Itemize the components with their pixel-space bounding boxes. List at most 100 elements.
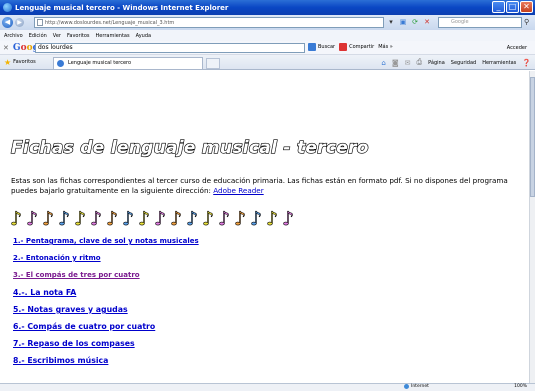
tab-active[interactable]: Lenguaje musical tercero (53, 57, 203, 69)
mas-label: Más » (378, 44, 393, 50)
search-icon[interactable]: ⚲ (524, 18, 529, 26)
music-note-icon: ♪ (250, 208, 263, 231)
music-note-icon: ♪ (74, 208, 87, 231)
mas-button[interactable]: Más » (378, 44, 393, 50)
music-note-icon: ♪ (234, 208, 247, 231)
worksheet-link[interactable]: 6.- Compás de cuatro por cuatro (13, 322, 155, 331)
list-item: 5.- Notas graves y agudas (13, 305, 199, 322)
search-input[interactable]: Google (438, 17, 522, 28)
compartir-button[interactable]: Compartir (339, 43, 374, 51)
back-button[interactable]: ◀ (2, 17, 13, 28)
list-item: 2.- Entonación y ritmo (13, 254, 199, 271)
minimize-button[interactable]: _ (492, 1, 505, 13)
tab-bar: ★ Favoritos Lenguaje musical tercero ⌂ ◙… (0, 55, 535, 70)
worksheet-link[interactable]: 8.- Escribimos música (13, 356, 108, 365)
page-icon (37, 19, 43, 26)
close-button[interactable]: ✕ (520, 1, 533, 13)
music-notes-banner: ♪ ♪ ♪ ♪ ♪ ♪ ♪ ♪ ♪ ♪ ♪ ♪ ♪ ♪ ♪ ♪ ♪ ♪ (10, 208, 298, 232)
window-titlebar: Lenguaje musical tercero - Windows Inter… (0, 0, 535, 15)
google-search-input[interactable]: dos lourdes (35, 43, 305, 53)
url-text: http://www.doslourdes.net/Lenguaje_music… (45, 19, 175, 26)
menu-bar: Archivo Edición Ver Favoritos Herramient… (0, 30, 535, 41)
url-tools: ▾ ▣ ⟳ ✕ (386, 17, 432, 27)
address-bar: ◀ ▶ http://www.doslourdes.net/Lenguaje_m… (0, 15, 535, 30)
music-note-icon: ♪ (282, 208, 295, 231)
compat-view-icon[interactable]: ▣ (398, 17, 408, 27)
google-toolbar-buttons: Buscar Compartir Más » (308, 43, 393, 51)
music-note-icon: ♪ (42, 208, 55, 231)
compartir-label: Compartir (349, 44, 375, 50)
cmd-seguridad[interactable]: Seguridad (451, 60, 476, 66)
list-item: 7.- Repaso de los compases (13, 339, 199, 356)
menu-ayuda[interactable]: Ayuda (136, 33, 151, 39)
help-icon[interactable]: ❓ (522, 59, 531, 67)
close-toolbar-icon[interactable]: ✕ (3, 44, 9, 52)
dropdown-icon[interactable]: ▾ (386, 17, 396, 27)
home-icon[interactable]: ⌂ (381, 59, 385, 67)
music-note-icon: ♪ (154, 208, 167, 231)
google-search-icon (308, 43, 316, 51)
tab-page-icon (57, 60, 64, 67)
music-note-icon: ♪ (202, 208, 215, 231)
worksheet-link[interactable]: 5.- Notas graves y agudas (13, 305, 128, 314)
refresh-icon[interactable]: ⟳ (410, 17, 420, 27)
cmd-herramientas[interactable]: Herramientas (482, 60, 516, 66)
worksheet-link[interactable]: 1.- Pentagrama, clave de sol y notas mus… (13, 237, 199, 245)
worksheet-link[interactable]: 3.- El compás de tres por cuatro (13, 271, 140, 279)
internet-explorer-icon (3, 3, 12, 12)
star-icon: ★ (4, 57, 12, 67)
menu-edicion[interactable]: Edición (29, 33, 47, 39)
new-tab-button[interactable] (206, 58, 220, 69)
music-note-icon: ♪ (90, 208, 103, 231)
maximize-button[interactable]: □ (506, 1, 519, 13)
stop-icon[interactable]: ✕ (422, 17, 432, 27)
print-icon[interactable]: ⎙ (417, 58, 423, 67)
vertical-scrollbar[interactable] (529, 71, 535, 383)
command-bar: ⌂ ◙ ✉ ⎙ Página Seguridad Herramientas ❓ (381, 58, 531, 67)
favorites-button[interactable]: ★ Favoritos (4, 58, 36, 67)
acceder-button[interactable]: Acceder (507, 45, 527, 51)
scrollbar-thumb[interactable] (530, 77, 535, 197)
url-field[interactable]: http://www.doslourdes.net/Lenguaje_music… (34, 17, 384, 28)
window-title: Lenguaje musical tercero - Windows Inter… (15, 3, 229, 12)
menu-archivo[interactable]: Archivo (4, 33, 23, 39)
zoom-level[interactable]: 100% (514, 384, 527, 389)
worksheet-links: 1.- Pentagrama, clave de sol y notas mus… (13, 237, 199, 373)
adobe-reader-link[interactable]: Adobe Reader (213, 186, 263, 195)
buscar-label: Buscar (318, 44, 336, 50)
buscar-button[interactable]: Buscar (308, 43, 335, 51)
music-note-icon: ♪ (10, 208, 23, 231)
globe-icon (404, 384, 409, 389)
intro-text: Estas son las fichas correspondientes al… (11, 176, 511, 196)
google-toolbar: ✕ Google dos lourdes Buscar Compartir Má… (0, 41, 535, 55)
status-bar: Internet 100% (0, 383, 535, 391)
worksheet-link[interactable]: 7.- Repaso de los compases (13, 339, 135, 348)
tab-label: Lenguaje musical tercero (68, 60, 132, 66)
menu-ver[interactable]: Ver (53, 33, 61, 39)
menu-herramientas[interactable]: Herramientas (96, 33, 130, 39)
list-item: 1.- Pentagrama, clave de sol y notas mus… (13, 237, 199, 254)
music-note-icon: ♪ (266, 208, 279, 231)
mail-icon[interactable]: ✉ (405, 59, 411, 67)
list-item: 3.- El compás de tres por cuatro (13, 271, 199, 288)
list-item: 8.- Escribimos música (13, 356, 199, 373)
music-note-icon: ♪ (170, 208, 183, 231)
music-note-icon: ♪ (122, 208, 135, 231)
list-item: 6.- Compás de cuatro por cuatro (13, 322, 199, 339)
worksheet-link[interactable]: 2.- Entonación y ritmo (13, 254, 101, 262)
music-note-icon: ♪ (138, 208, 151, 231)
worksheet-link[interactable]: 4.-. La nota FA (13, 288, 76, 297)
window-controls: _ □ ✕ (492, 1, 533, 13)
music-note-icon: ♪ (218, 208, 231, 231)
menu-favoritos[interactable]: Favoritos (67, 33, 90, 39)
music-note-icon: ♪ (106, 208, 119, 231)
rss-icon[interactable]: ◙ (392, 59, 399, 67)
cmd-pagina[interactable]: Página (428, 60, 445, 66)
music-note-icon: ♪ (58, 208, 71, 231)
zone-label: Internet (411, 384, 429, 389)
share-icon (339, 43, 348, 51)
music-note-icon: ♪ (26, 208, 39, 231)
security-zone: Internet (404, 384, 429, 389)
list-item: 4.-. La nota FA (13, 288, 199, 305)
forward-button[interactable]: ▶ (15, 18, 24, 27)
